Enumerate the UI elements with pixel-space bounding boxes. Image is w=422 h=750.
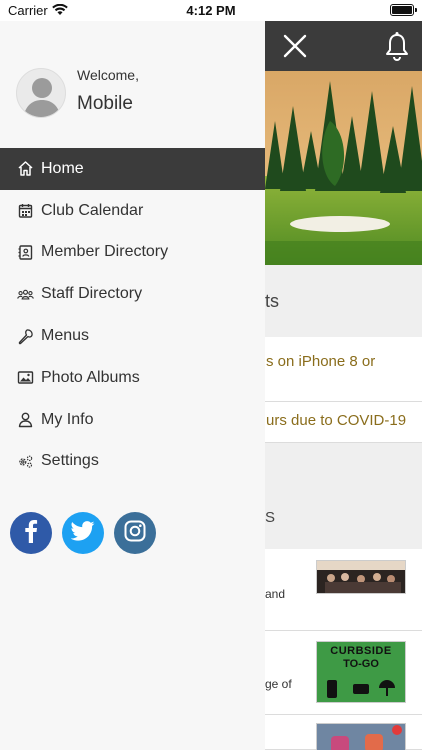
menu-item-photo-albums[interactable]: Photo Albums [0,357,265,399]
social-links [10,512,156,554]
menu-item-label: Staff Directory [41,285,143,303]
thumbnail-subtitle: TO-GO [343,658,379,670]
instagram-button[interactable] [114,512,156,554]
menu-item-member-directory[interactable]: Member Directory [0,232,265,274]
clock: 4:12 PM [186,3,236,18]
section-title: S [265,509,276,526]
news-link[interactable]: urs due to COVID-19 [266,412,406,429]
facebook-icon [21,519,41,548]
thumbnail-title: CURBSIDE [330,645,392,657]
menu-item-label: Member Directory [41,243,169,261]
group-icon [17,286,34,303]
home-icon [17,160,34,177]
menu-item-label: Settings [41,452,99,470]
menu-item-club-calendar[interactable]: Club Calendar [0,190,265,232]
menu-item-label: My Info [41,410,94,428]
feature-text: and [265,587,286,601]
menu-item-home[interactable]: Home [0,148,265,190]
menu-item-label: Photo Albums [41,368,140,386]
drawer-menu: Home Club Calendar Member Directory Staf… [0,148,265,482]
side-drawer: Welcome, Mobile Home Club Calendar Membe… [0,21,265,750]
avatar[interactable] [16,68,66,118]
calendar-icon [17,202,34,219]
menu-item-label: Club Calendar [41,201,144,219]
news-link[interactable]: s on iPhone 8 or [266,351,375,372]
event-photo-thumbnail [316,560,406,594]
instagram-icon [124,520,146,547]
bell-icon[interactable] [384,31,410,61]
feature-text: ge of [265,677,292,691]
menu-item-settings[interactable]: Settings [0,441,265,483]
section-title: ts [265,291,280,311]
menu-item-my-info[interactable]: My Info [0,399,265,441]
curbside-thumbnail: CURBSIDE TO-GO [316,641,406,703]
contact-book-icon [17,244,34,261]
welcome-label: Welcome, [77,67,139,83]
status-bar: Carrier 4:12 PM [0,0,422,21]
app-thumbnail [316,723,406,750]
menu-item-staff-directory[interactable]: Staff Directory [0,273,265,315]
image-icon [17,369,34,386]
twitter-button[interactable] [62,512,104,554]
menu-item-menus[interactable]: Menus [0,315,265,357]
close-icon[interactable] [280,31,310,61]
user-name: Mobile [77,93,133,114]
battery-icon [390,4,417,16]
menu-item-label: Home [41,159,84,177]
menu-item-label: Menus [41,327,90,345]
twitter-icon [70,520,95,546]
utensil-icon [17,328,34,345]
gears-icon [17,453,34,470]
person-icon [17,411,34,428]
facebook-button[interactable] [10,512,52,554]
